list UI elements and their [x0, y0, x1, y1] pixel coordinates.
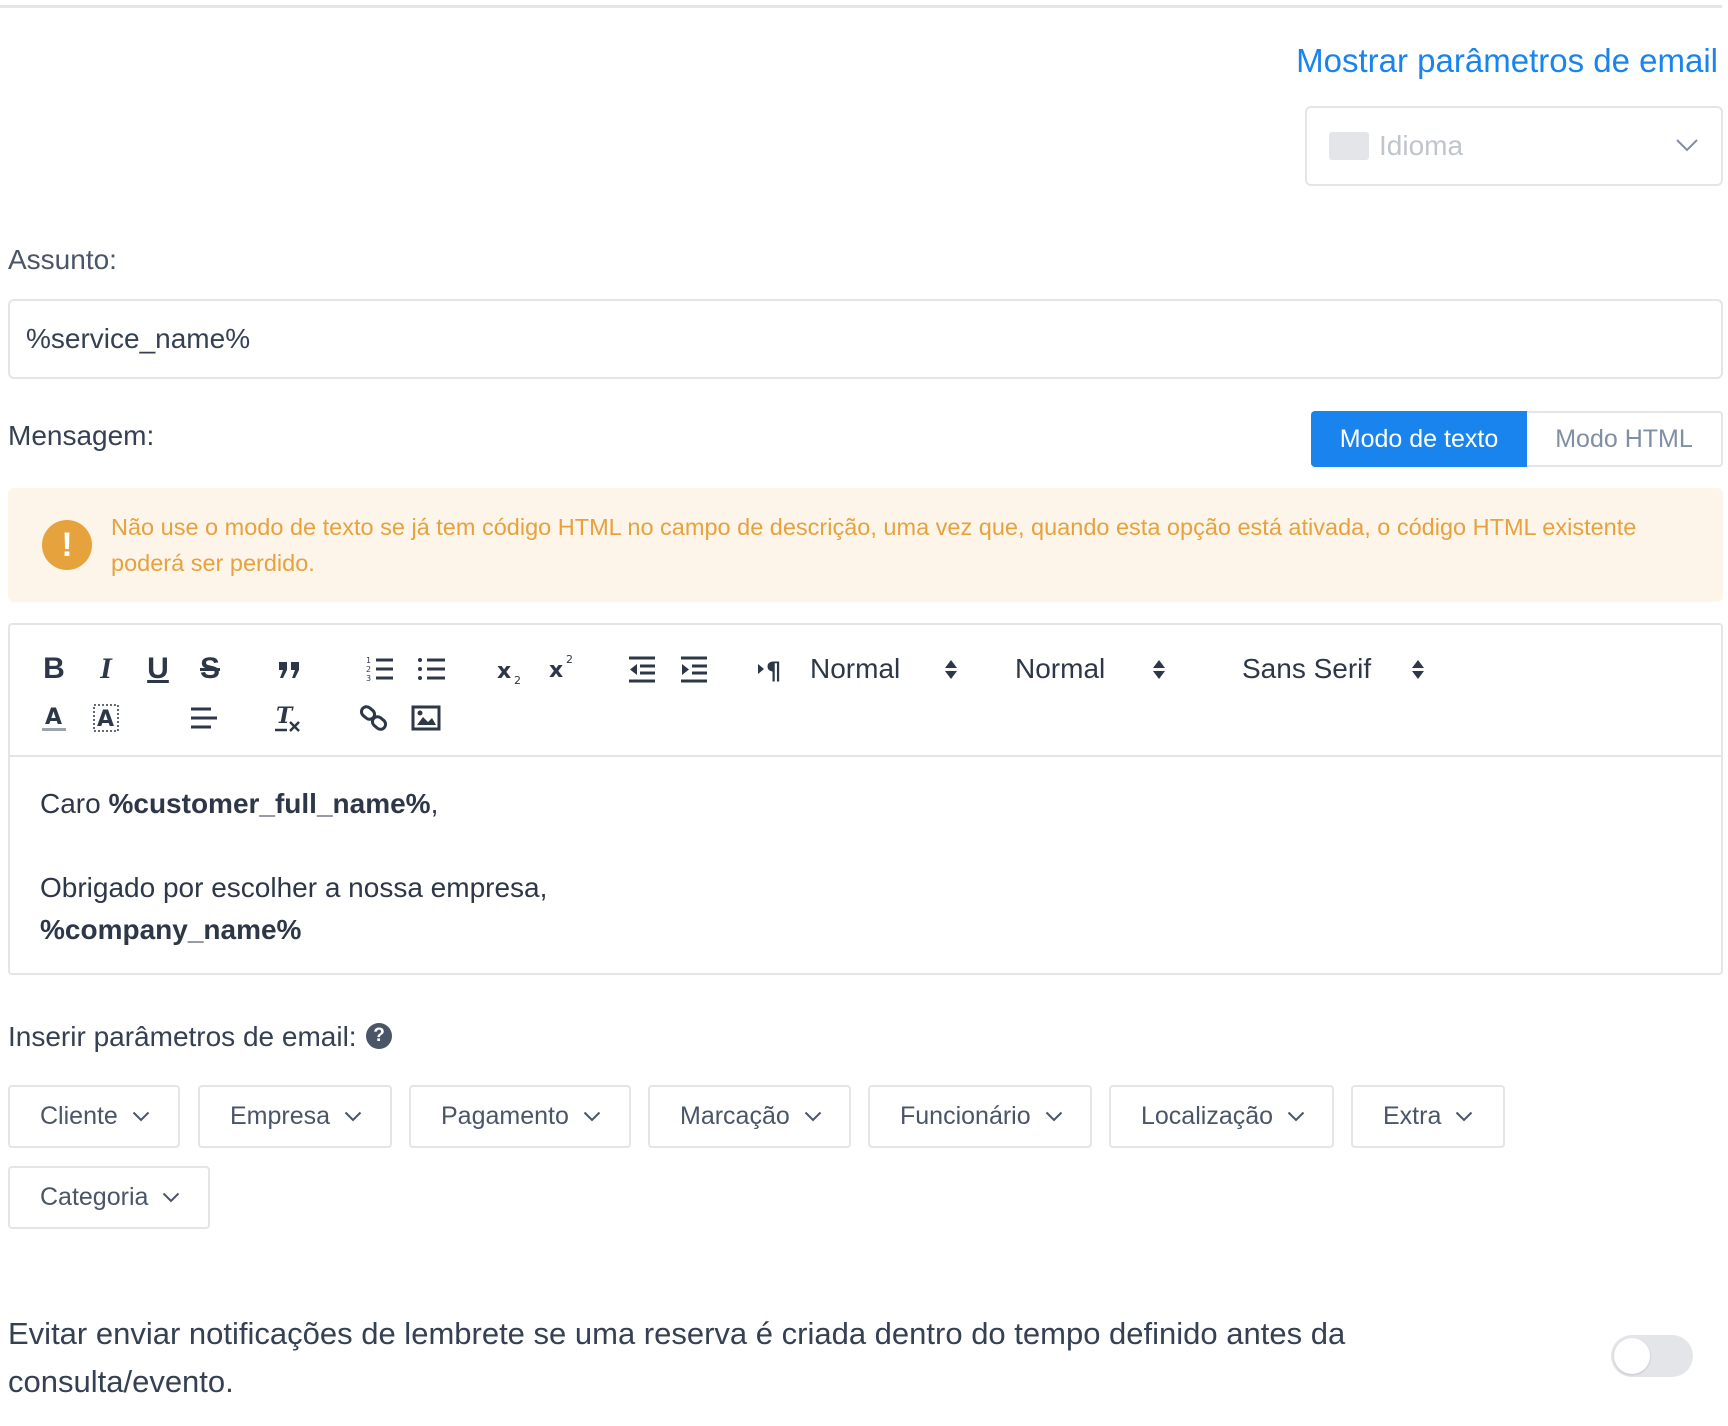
- greeting-end: ,: [430, 788, 439, 819]
- dropdown-label: Pagamento: [441, 1102, 569, 1130]
- picker-arrows-icon: [1412, 659, 1424, 679]
- warning-text: Não use o modo de texto se já tem código…: [111, 514, 1637, 576]
- header-picker[interactable]: Normal: [810, 649, 990, 689]
- strike-icon[interactable]: S: [192, 651, 228, 687]
- svg-text:1: 1: [366, 656, 371, 665]
- svg-text:¶: ¶: [766, 657, 781, 684]
- chevron-down-icon: [132, 1111, 150, 1122]
- param-dropdown-categoria[interactable]: Categoria: [8, 1166, 210, 1229]
- background-color-icon[interactable]: A: [88, 700, 124, 736]
- svg-text:A: A: [45, 705, 62, 730]
- editor-empty-line: [40, 825, 1691, 867]
- superscript-icon[interactable]: x2: [546, 649, 582, 685]
- warning-alert: ! Não use o modo de texto se já tem códi…: [8, 488, 1723, 602]
- editor-line: %company_name%: [40, 909, 1691, 951]
- text-mode-button[interactable]: Modo de texto: [1311, 411, 1527, 467]
- message-mode-toggle: Modo de texto Modo HTML: [1311, 411, 1723, 467]
- size-picker[interactable]: Normal: [1015, 649, 1195, 689]
- blockquote-icon[interactable]: [272, 651, 308, 687]
- text-color-icon[interactable]: A: [36, 700, 72, 736]
- subject-label: Assunto:: [8, 244, 117, 275]
- reminder-setting-text: Evitar enviar notificações de lembrete s…: [8, 1316, 1346, 1399]
- chevron-down-icon: [1456, 1111, 1473, 1122]
- chevron-down-icon: [804, 1111, 821, 1122]
- outdent-icon[interactable]: [624, 651, 660, 687]
- language-select-placeholder: Idioma: [1379, 130, 1464, 161]
- indent-icon[interactable]: [676, 651, 712, 687]
- dropdown-label: Extra: [1383, 1102, 1442, 1130]
- svg-text:2: 2: [566, 653, 573, 666]
- dropdown-label: Localização: [1141, 1102, 1274, 1130]
- help-icon[interactable]: ?: [366, 1023, 392, 1049]
- svg-text:3: 3: [366, 674, 371, 683]
- chevron-down-icon: [1676, 139, 1698, 152]
- message-editor: B I U S 123 x2 x2 ¶ Normal Normal Sans S…: [8, 623, 1723, 975]
- param-dropdown-funcionario[interactable]: Funcionário: [868, 1085, 1092, 1148]
- chevron-down-icon: [1287, 1111, 1305, 1122]
- param-dropdown-extra[interactable]: Extra: [1351, 1085, 1505, 1148]
- flag-placeholder-icon: [1329, 132, 1369, 160]
- svg-text:x: x: [497, 659, 511, 684]
- param-dropdown-localizacao[interactable]: Localização: [1109, 1085, 1334, 1148]
- dropdown-label: Categoria: [40, 1183, 149, 1211]
- customer-param: %customer_full_name%: [108, 788, 431, 819]
- font-picker-value: Sans Serif: [1242, 653, 1372, 684]
- size-picker-value: Normal: [1015, 653, 1106, 684]
- language-select[interactable]: Idioma: [1305, 106, 1723, 186]
- message-label: Mensagem:: [8, 420, 155, 451]
- chevron-down-icon: [344, 1111, 362, 1122]
- svg-text:2: 2: [366, 665, 371, 674]
- header-picker-value: Normal: [810, 653, 901, 684]
- chevron-down-icon: [163, 1192, 180, 1203]
- subscript-icon[interactable]: x2: [494, 653, 530, 689]
- top-divider: [0, 5, 1722, 8]
- bullet-list-icon[interactable]: [414, 651, 450, 687]
- dropdown-label: Cliente: [40, 1102, 118, 1130]
- param-dropdown-marcacao[interactable]: Marcação: [648, 1085, 851, 1148]
- editor-content[interactable]: Caro %customer_full_name%, Obrigado por …: [10, 757, 1721, 977]
- editor-toolbar: B I U S 123 x2 x2 ¶ Normal Normal Sans S…: [10, 625, 1721, 757]
- editor-line: Caro %customer_full_name%,: [40, 783, 1691, 825]
- param-dropdown-empresa[interactable]: Empresa: [198, 1085, 392, 1148]
- toggle-knob: [1614, 1338, 1650, 1374]
- italic-icon[interactable]: I: [88, 651, 124, 687]
- subject-input[interactable]: %service_name%: [8, 299, 1723, 379]
- editor-line: Obrigado por escolher a nossa empresa,: [40, 872, 548, 903]
- chevron-down-icon: [583, 1111, 601, 1122]
- warning-icon: !: [42, 520, 92, 570]
- html-mode-button[interactable]: Modo HTML: [1527, 411, 1723, 467]
- param-dropdown-pagamento[interactable]: Pagamento: [409, 1085, 631, 1148]
- align-icon[interactable]: [186, 700, 222, 736]
- svg-text:2: 2: [514, 674, 521, 686]
- dropdown-label: Marcação: [680, 1102, 790, 1130]
- bold-icon[interactable]: B: [36, 651, 72, 687]
- svg-text:A: A: [97, 707, 114, 732]
- picker-arrows-icon: [1153, 659, 1165, 679]
- text-direction-icon[interactable]: ¶: [754, 651, 790, 687]
- svg-text:x: x: [549, 658, 563, 682]
- font-picker[interactable]: Sans Serif: [1242, 649, 1432, 689]
- svg-text:T: T: [276, 703, 294, 729]
- insert-params-label: Inserir parâmetros de email:: [8, 1021, 357, 1052]
- clear-format-icon[interactable]: T: [270, 700, 306, 736]
- ordered-list-icon[interactable]: 123: [362, 651, 398, 687]
- greeting-text: Caro: [40, 788, 109, 819]
- link-icon[interactable]: [356, 700, 392, 736]
- image-icon[interactable]: [408, 700, 444, 736]
- show-email-params-link[interactable]: Mostrar parâmetros de email: [1296, 42, 1718, 80]
- chevron-down-icon: [1045, 1111, 1062, 1122]
- dropdown-label: Empresa: [230, 1102, 331, 1130]
- dropdown-label: Funcionário: [900, 1102, 1031, 1130]
- company-param: %company_name%: [40, 914, 302, 945]
- underline-icon[interactable]: U: [140, 651, 176, 687]
- reminder-toggle[interactable]: [1611, 1335, 1693, 1377]
- picker-arrows-icon: [945, 659, 957, 679]
- param-dropdown-cliente[interactable]: Cliente: [8, 1085, 180, 1148]
